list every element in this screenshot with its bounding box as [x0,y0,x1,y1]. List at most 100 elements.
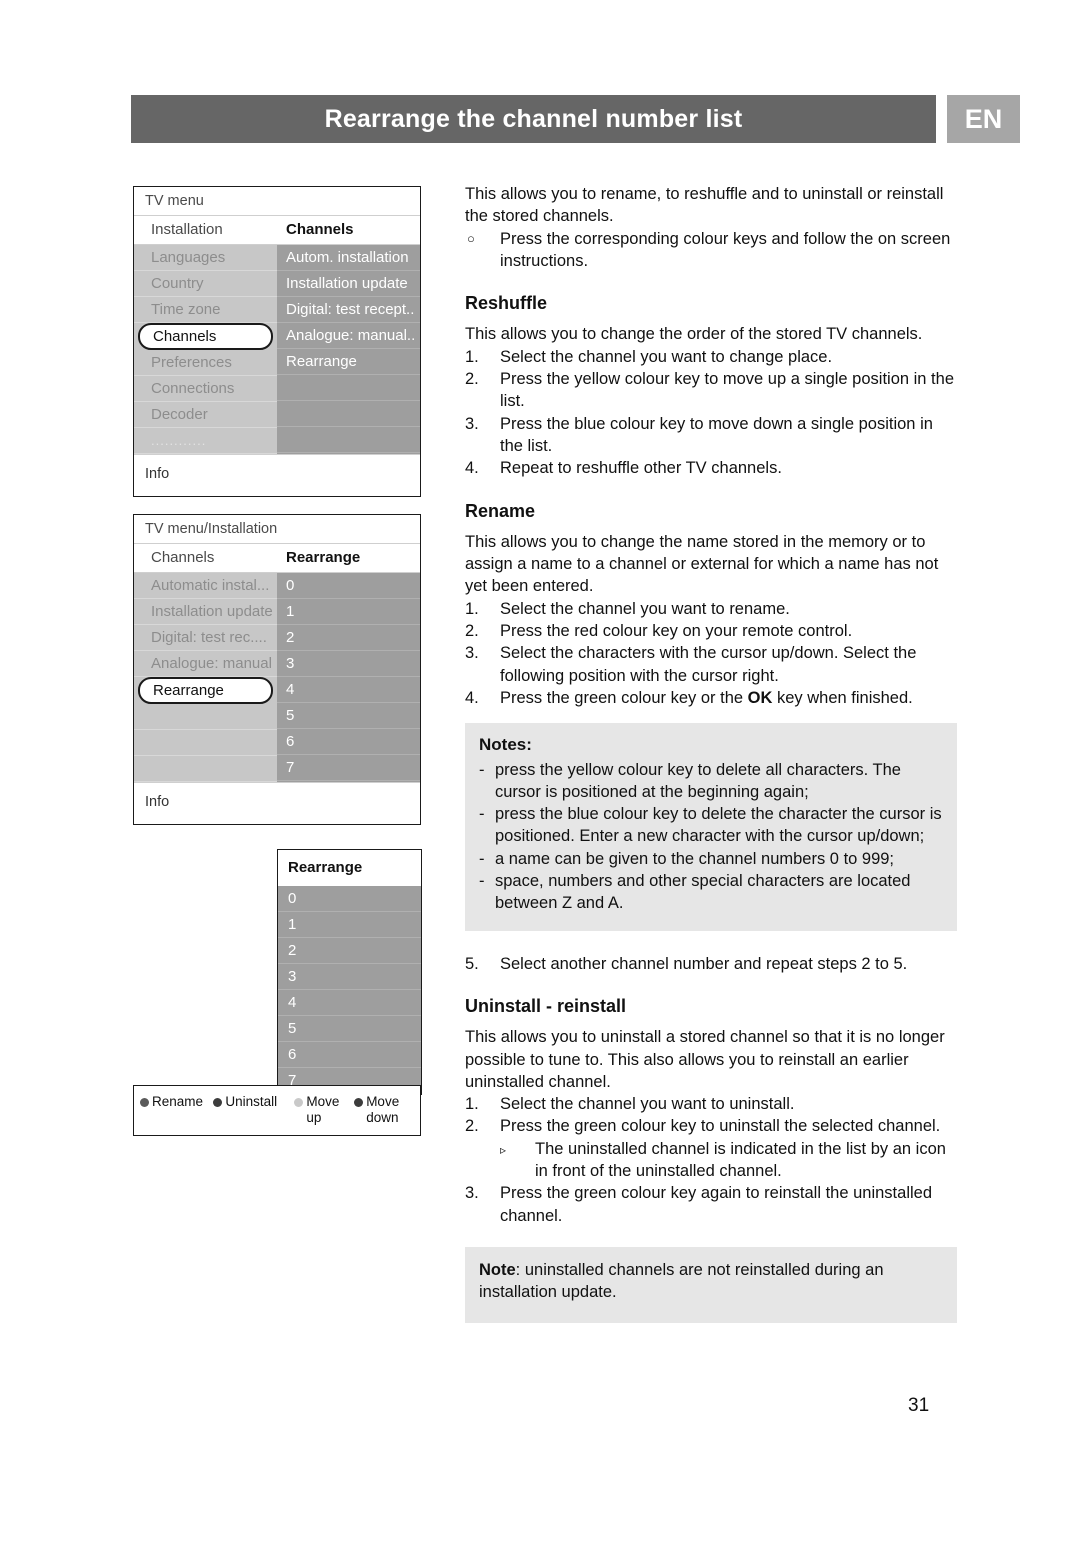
list-item: 2. Press the red colour key on your remo… [465,620,957,642]
red-key-dot [140,1098,149,1107]
channel-number[interactable]: 0 [278,886,421,912]
tv-menu-panel-2: TV menu/Installation Channels Rearrange … [133,514,421,825]
submenu-item[interactable]: Digital: test recept.. [277,297,420,323]
notes-title-text: Notes [479,735,527,755]
language-badge: EN [947,95,1020,143]
submenu-item[interactable]: Installation update [277,271,420,297]
channel-number[interactable]: 7 [277,755,420,781]
ok-key-label: OK [747,688,773,707]
blue-key-dot [354,1098,364,1107]
menu-item-selected[interactable]: Rearrange [138,677,273,704]
menu-item-selected[interactable]: Channels [138,323,273,350]
list-item: 1. Select the channel you want to rename… [465,598,957,620]
menu-item[interactable]: Automatic instal... [134,573,277,599]
page-header: Rearrange the channel number list EN [131,95,1020,143]
menu-item-empty [134,730,277,756]
menu-item[interactable]: Installation update [134,599,277,625]
list-item-text: Select the channel you want to uninstall… [500,1095,795,1114]
channel-number[interactable]: 4 [278,990,421,1016]
panel-body: Languages Country Time zone Channels Pre… [134,245,420,454]
subheader-right: Rearrange [286,549,361,566]
colour-key-bar: Rename Uninstall Move up Move down [133,1085,421,1136]
step-number: 1. [465,1095,479,1114]
list-item-text: Press the green colour key to uninstall … [500,1117,941,1136]
note-box: Note: uninstalled channels are not reins… [465,1246,957,1324]
channel-number[interactable]: 1 [277,599,420,625]
menu-item[interactable]: Decoder [134,402,277,428]
list-item: 1. Select the channel you want to change… [465,346,957,368]
list-item: 4. Press the green colour key or the OK … [465,687,957,709]
menu-item[interactable]: Languages [134,245,277,271]
menu-item[interactable]: Digital: test rec.... [134,625,277,651]
tv-menu-panel-1: TV menu Installation Channels Languages … [133,186,421,497]
uninstall-steps: 1. Select the channel you want to uninst… [465,1093,957,1138]
colour-key-label: Move up [306,1094,340,1125]
menu-item-empty [134,704,277,730]
rearrange-channel-list: 0 1 2 3 4 5 6 7 [278,886,421,1094]
channel-number[interactable]: 3 [277,651,420,677]
menu-item[interactable]: Connections [134,376,277,402]
panel-subheader: Installation Channels [134,216,420,245]
rename-paragraph: This allows you to change the name store… [465,532,939,596]
page-number: 31 [908,1395,930,1416]
list-item: ▹ The uninstalled channel is indicated i… [465,1138,957,1183]
channel-number[interactable]: 2 [277,625,420,651]
colour-key-label: Move down [366,1094,400,1125]
colour-key-move-up[interactable]: Move up [294,1094,354,1126]
list-item: - press the blue colour key to delete th… [479,803,943,848]
menu-column-right: Autom. installation Installation update … [277,245,420,454]
step-number: 4. [465,459,479,478]
list-item-text: Select another channel number and repeat… [500,954,908,973]
step-number: 3. [465,1184,479,1203]
list-item: - press the yellow colour key to delete … [479,759,943,804]
menu-item[interactable]: Country [134,271,277,297]
channel-number[interactable]: 6 [277,729,420,755]
dash-bullet-icon: - [479,805,485,824]
subheader-left: Channels [151,549,215,566]
menu-item[interactable]: Preferences [134,350,277,376]
channel-number[interactable]: 0 [277,573,420,599]
circle-bullet-icon: ○ [467,230,475,246]
note-text: uninstalled channels are not reinstalled… [479,1260,884,1302]
submenu-item[interactable]: Analogue: manual.. [277,323,420,349]
list-item-text: Repeat to reshuffle other TV channels. [500,459,782,478]
list-item: 1. Select the channel you want to uninst… [465,1093,957,1115]
list-item-text: Select the channel you want to change pl… [500,347,833,366]
menu-item[interactable]: Time zone [134,297,277,323]
tv-menu-illustrations: TV menu Installation Channels Languages … [133,186,425,1136]
channel-number[interactable]: 3 [278,964,421,990]
breadcrumb: TV menu [134,187,420,216]
step-number: 2. [465,370,479,389]
colour-key-rename[interactable]: Rename [140,1094,213,1126]
list-item-text: Press the blue colour key to move down a… [500,414,933,455]
channel-number[interactable]: 1 [278,912,421,938]
step-number: 2. [465,622,479,641]
uninstall-paragraph: This allows you to uninstall a stored ch… [465,1028,945,1091]
submenu-item-empty [277,401,420,427]
colour-key-label: Uninstall [225,1094,278,1109]
panel-info-footer: Info [134,782,420,824]
channel-number[interactable]: 6 [278,1042,421,1068]
menu-item[interactable]: Analogue: manual [134,651,277,677]
subheader-right: Channels [286,221,354,238]
channel-number[interactable]: 2 [278,938,421,964]
channel-number[interactable]: 5 [278,1016,421,1042]
section-heading-uninstall: Uninstall - reinstall [465,995,627,1016]
note-title-colon: : [515,1260,525,1279]
dash-bullet-icon: - [479,872,485,891]
menu-item-empty [134,756,277,782]
colour-key-move-down[interactable]: Move down [354,1094,414,1126]
step-number: 3. [465,644,479,663]
step-number: 1. [465,599,479,618]
submenu-item[interactable]: Autom. installation [277,245,420,271]
list-item-text: Press the green colour key again to rein… [500,1184,933,1225]
notes-list: - press the yellow colour key to delete … [479,759,943,915]
colour-key-uninstall[interactable]: Uninstall [213,1094,294,1126]
menu-column-left: Automatic instal... Installation update … [134,573,277,782]
menu-item-ellipsis: ............ [134,428,277,454]
list-item: 5. Select another channel number and rep… [465,953,957,975]
list-item: ○ Press the corresponding colour keys an… [465,228,957,273]
channel-number[interactable]: 4 [277,677,420,703]
submenu-item[interactable]: Rearrange [277,349,420,375]
channel-number[interactable]: 5 [277,703,420,729]
